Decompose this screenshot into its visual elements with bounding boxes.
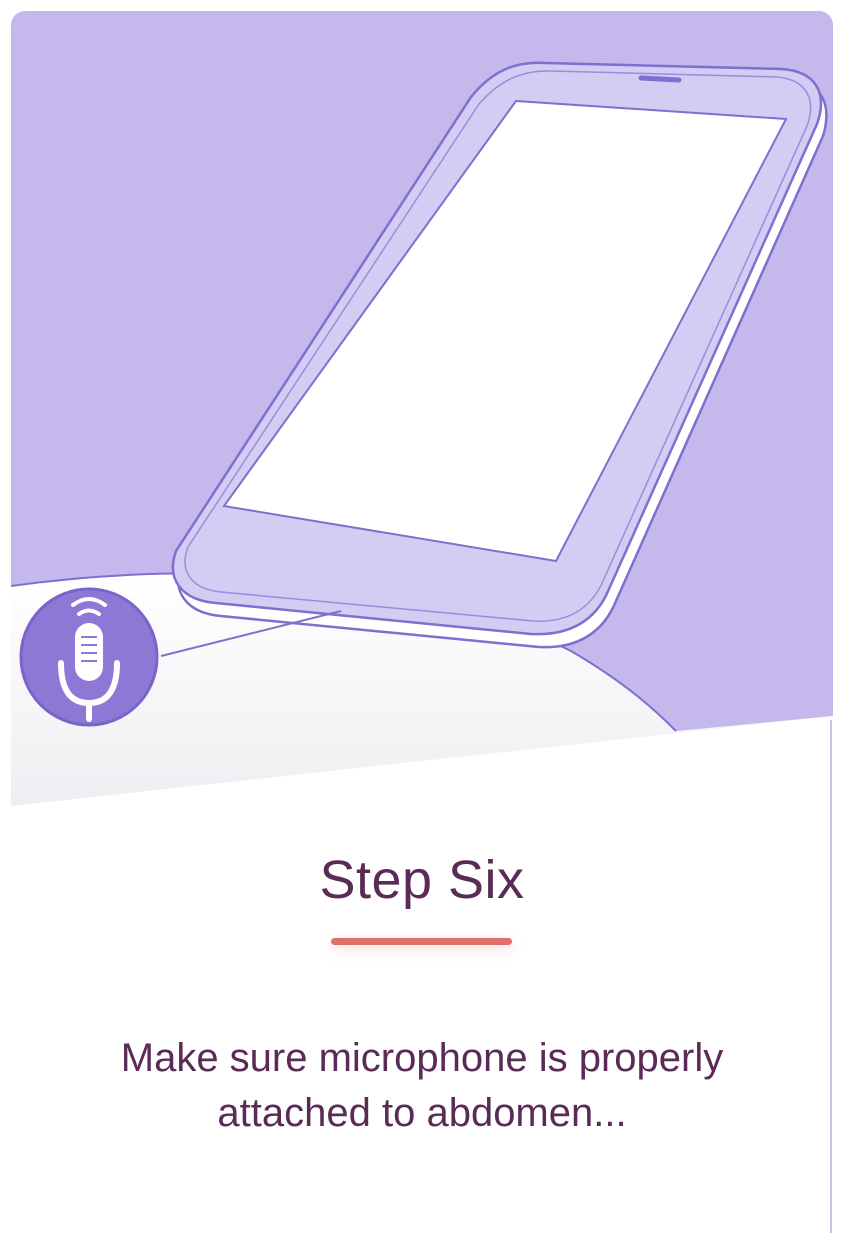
title-underline (331, 938, 512, 945)
microphone-badge (19, 587, 159, 727)
step-instruction: Make sure microphone is properly attache… (120, 1036, 724, 1135)
phone-speaker (638, 75, 682, 83)
step-title: Step Six (319, 850, 525, 910)
step-card: Step Six Make sure microphone is properl… (11, 11, 833, 1233)
card-edge (830, 720, 832, 1233)
step-illustration (11, 11, 833, 811)
